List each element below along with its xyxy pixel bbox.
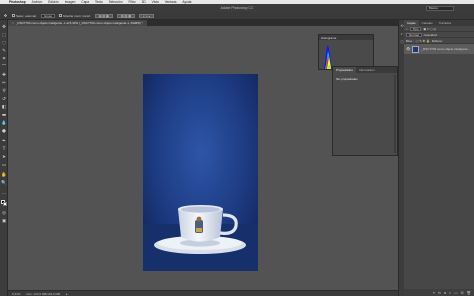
distribute-buttons[interactable]: ▧ ▨ ▩ — [116, 13, 136, 18]
auto-select-checkbox[interactable]: Selec. automát. — [12, 14, 37, 18]
new-layer-icon[interactable]: ⊞ — [461, 291, 464, 295]
layer-filter-select[interactable]: Tipo — [409, 26, 422, 31]
move-tool-icon[interactable]: ✥ — [3, 13, 8, 18]
healing-brush-tool-icon[interactable]: ✚ — [1, 72, 7, 78]
marquee-tool-icon[interactable]: ⬚ — [1, 32, 7, 38]
fill-label: Relleno: — [431, 38, 443, 43]
clone-stamp-tool-icon[interactable]: ⚲ — [1, 88, 7, 94]
history-brush-tool-icon[interactable]: ↺ — [1, 96, 7, 102]
crop-tool-icon[interactable]: ⌗ — [1, 56, 7, 62]
path-selection-tool-icon[interactable]: ➤ — [1, 154, 7, 160]
hand-tool-icon[interactable]: ✋ — [1, 172, 7, 178]
dodge-tool-icon[interactable]: ● — [1, 128, 7, 134]
layer-row[interactable]: 👁 _DSC7700 como objeto inteligente... — [404, 44, 474, 54]
tab-properties[interactable]: Propiedades — [333, 67, 356, 73]
blur-tool-icon[interactable]: 💧 — [1, 120, 7, 126]
app-titlebar: Adobe Photoshop CC Básico — [0, 4, 474, 12]
checkbox-box[interactable] — [12, 14, 15, 17]
trash-icon[interactable]: 🗑 — [467, 291, 471, 295]
lock-icons[interactable]: ▢ ✎ ✥ 🔒 — [416, 39, 430, 43]
document-tab-title: _DSC7700 como objeto inteligente -1 al 8… — [15, 21, 143, 25]
tab-channels[interactable]: Canales — [419, 20, 436, 26]
fx-icon[interactable]: fx — [438, 291, 441, 295]
move-tool-icon[interactable]: ✥ — [1, 24, 7, 30]
layers-footer: ⚭ fx ◘ ◐ ▭ ⊞ 🗑 — [404, 289, 474, 296]
mask-icon[interactable]: ◘ — [444, 291, 446, 295]
chevron-right-icon[interactable]: ▸ — [66, 292, 68, 296]
teacup-photo — [143, 74, 258, 271]
zoom-tool-icon[interactable]: 🔍 — [1, 180, 7, 186]
show-transform-label: Mostrar contr. transf. — [63, 13, 91, 18]
3d-mode-buttons[interactable]: ◐ ◑ ◒ — [139, 13, 155, 18]
tab-info[interactable]: Información — [356, 67, 378, 73]
app-title: Adobe Photoshop CC — [220, 6, 254, 10]
properties-empty-label: Sin propiedades — [336, 77, 358, 81]
show-transform-checkbox[interactable]: Mostrar contr. transf. — [59, 14, 91, 18]
screen-mode-icon[interactable]: ▣ — [1, 218, 7, 224]
status-bar: 8,33% Doc: 103,6 MB/103,6 MB ▸ — [8, 290, 398, 296]
layer-name[interactable]: _DSC7700 como objeto inteligente... — [421, 47, 470, 51]
link-icon[interactable]: ⚭ — [432, 291, 435, 295]
zoom-level[interactable]: 8,33% — [12, 292, 21, 296]
blend-mode-select[interactable]: Normal — [406, 32, 422, 37]
align-buttons[interactable]: ▤ ▥ ▦ — [94, 13, 113, 18]
histogram-panel: Histograma ▲ — [318, 34, 374, 70]
eyedropper-tool-icon[interactable]: ⌒ — [1, 64, 7, 70]
options-bar: ✥ Selec. automát. Grupo Mostrar contr. t… — [0, 12, 474, 20]
lock-label: Bloq.: — [406, 38, 414, 43]
auto-select-label: Selec. automát. — [16, 13, 37, 18]
background-color-swatch[interactable] — [3, 202, 7, 206]
lasso-tool-icon[interactable]: ◌ — [1, 40, 7, 46]
eye-icon[interactable]: 👁 — [406, 47, 410, 51]
histogram-tab[interactable]: Histograma — [319, 35, 373, 40]
gradient-tool-icon[interactable]: ▬ — [1, 112, 7, 118]
quick-mask-icon[interactable]: ◎ — [1, 210, 7, 216]
tab-layers[interactable]: Capas — [404, 20, 419, 26]
search-icon: ⌕ — [406, 26, 408, 31]
workspace-selector[interactable]: Básico — [426, 5, 454, 11]
opacity-label: Opacidad: — [423, 32, 438, 37]
tools-panel: ✥ ⬚ ◌ ✎ ⌗ ⌒ ✚ ✏ ⚲ ↺ ◧ ▬ 💧 ● ✒ T ➤ ▭ ✋ 🔍 … — [0, 20, 8, 296]
type-tool-icon[interactable]: T — [1, 146, 7, 152]
pen-tool-icon[interactable]: ✒ — [1, 138, 7, 144]
tab-paths[interactable]: Trazados — [436, 20, 454, 26]
document-image[interactable] — [143, 74, 258, 271]
shape-tool-icon[interactable]: ▭ — [1, 162, 7, 168]
more-tools-icon[interactable]: … — [1, 190, 7, 196]
close-icon[interactable]: × — [12, 21, 14, 25]
folder-icon[interactable]: ▭ — [454, 291, 457, 295]
adjustment-layer-icon[interactable]: ◐ — [449, 291, 451, 295]
layer-thumbnail — [412, 45, 420, 53]
checkbox-box[interactable] — [59, 14, 63, 17]
brush-tool-icon[interactable]: ✏ — [1, 80, 7, 86]
filter-icons[interactable]: ▣ T ▢ ◎ — [423, 27, 436, 31]
eraser-tool-icon[interactable]: ◧ — [1, 104, 7, 110]
auto-select-target-select[interactable]: Grupo — [40, 13, 56, 18]
quick-selection-tool-icon[interactable]: ✎ — [1, 48, 7, 54]
doc-size: Doc: 103,6 MB/103,6 MB — [26, 291, 61, 296]
properties-panel: Propiedades Información Sin propiedades — [332, 66, 398, 156]
properties-scrollbar[interactable] — [394, 75, 396, 153]
layers-panel: Capas Canales Trazados ⌕ Tipo ▣ T ▢ ◎ No… — [404, 20, 474, 296]
